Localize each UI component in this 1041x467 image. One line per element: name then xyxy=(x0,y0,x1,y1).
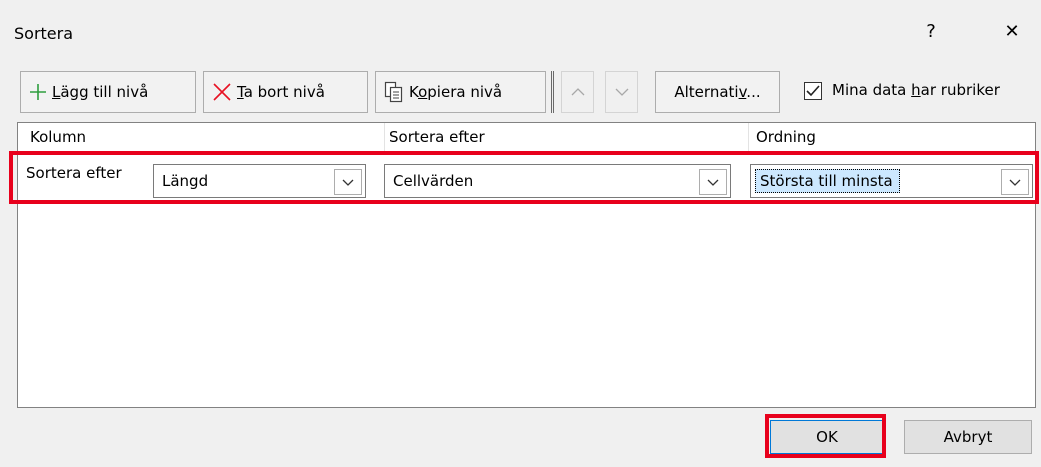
cancel-button[interactable]: Avbryt xyxy=(904,420,1032,454)
headers-checkbox[interactable] xyxy=(804,82,822,100)
header-divider xyxy=(748,123,749,151)
checkmark-icon xyxy=(806,85,820,97)
sort-row-highlight xyxy=(9,151,1039,204)
x-icon xyxy=(213,83,231,101)
options-label: Alternativ... xyxy=(674,83,761,101)
add-level-button[interactable]: Lägg till nivå xyxy=(20,71,196,113)
copy-icon xyxy=(384,81,403,103)
help-button[interactable]: ? xyxy=(909,14,953,48)
delete-level-label: Ta bort nivå xyxy=(237,83,325,101)
headers-checkbox-label[interactable]: Mina data har rubriker xyxy=(832,81,1000,99)
chevron-up-icon xyxy=(571,88,584,96)
move-up-button[interactable] xyxy=(561,71,594,113)
toolbar-separator xyxy=(551,71,554,113)
close-icon: ✕ xyxy=(1004,20,1020,42)
dialog-title: Sortera xyxy=(14,24,74,43)
add-level-label: Lägg till nivå xyxy=(52,83,149,101)
move-down-button[interactable] xyxy=(605,71,638,113)
close-button[interactable]: ✕ xyxy=(990,14,1034,48)
column-header-sortera-efter: Sortera efter xyxy=(389,128,485,146)
header-divider xyxy=(384,123,385,151)
copy-level-button[interactable]: Kopiera nivå xyxy=(375,71,546,113)
column-header-kolumn: Kolumn xyxy=(30,128,87,146)
help-icon: ? xyxy=(926,20,936,42)
delete-level-button[interactable]: Ta bort nivå xyxy=(203,71,368,113)
chevron-down-icon xyxy=(615,88,628,96)
ok-button-highlight xyxy=(765,414,886,458)
plus-icon xyxy=(30,84,46,100)
options-button[interactable]: Alternativ... xyxy=(655,71,780,113)
copy-level-label: Kopiera nivå xyxy=(409,83,503,101)
column-header-ordning: Ordning xyxy=(756,128,816,146)
